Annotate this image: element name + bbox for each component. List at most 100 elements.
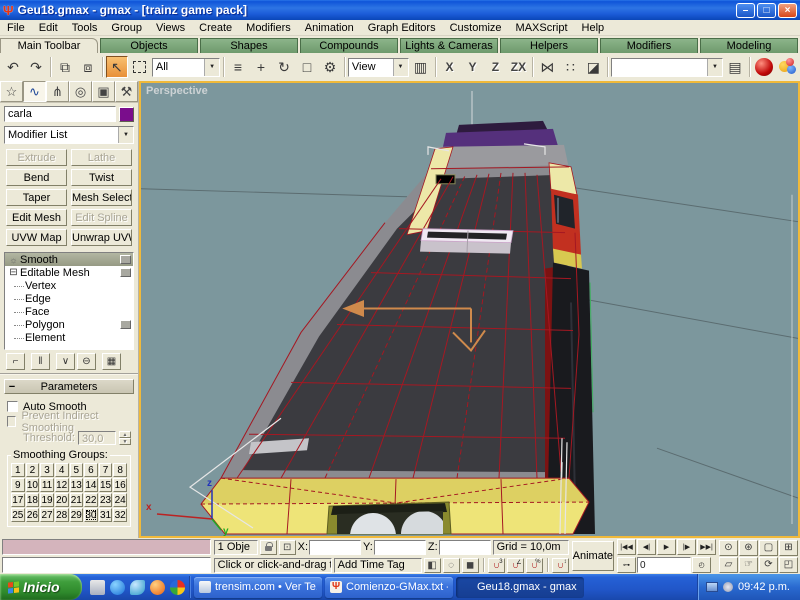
select-by-name-icon[interactable]: ≡ <box>227 56 249 78</box>
time-configuration-icon[interactable]: ◴ <box>692 557 711 573</box>
go-to-start-icon[interactable]: |◀◀ <box>617 539 636 555</box>
close-button[interactable]: × <box>778 3 797 18</box>
degradation-override-icon[interactable]: ◧ <box>424 558 441 573</box>
taskbar-task[interactable]: Geu18.gmax - gmax -... <box>456 577 584 598</box>
modifier-stack-item[interactable]: Edge <box>5 292 133 305</box>
modifier-stack-item[interactable]: Polygon <box>5 318 133 331</box>
redo-icon[interactable]: ↷ <box>25 56 47 78</box>
spinner-up-icon[interactable]: ▲ <box>119 431 131 438</box>
smoothing-group-button[interactable]: 11 <box>40 478 54 492</box>
reference-coordinate-dropdown[interactable]: View ▼ <box>348 58 409 77</box>
smoothing-group-button[interactable]: 6 <box>84 463 98 477</box>
absolute-offset-icon[interactable]: ⊡ <box>279 540 296 555</box>
menu-item[interactable]: Group <box>104 21 149 35</box>
named-selection-dropdown[interactable]: ▼ <box>611 58 723 77</box>
smoothing-group-button[interactable]: 27 <box>40 508 54 522</box>
smoothing-group-button[interactable]: 26 <box>26 508 40 522</box>
smoothing-group-button[interactable]: 24 <box>113 493 127 507</box>
menu-item[interactable]: File <box>0 21 32 35</box>
percent-snap-icon[interactable]: ∩% <box>526 558 543 573</box>
previous-frame-icon[interactable]: ◀| <box>637 539 656 555</box>
start-button[interactable]: Inicio <box>0 574 82 600</box>
minimize-button[interactable]: – <box>736 3 755 18</box>
toolbar-tab[interactable]: Lights & Cameras <box>400 38 498 53</box>
key-mode-icon[interactable]: ⊶ <box>617 557 636 573</box>
smoothing-group-button[interactable]: 25 <box>11 508 25 522</box>
menu-item[interactable]: Modifiers <box>239 21 298 35</box>
toolbar-tab[interactable]: Objects <box>100 38 198 53</box>
use-pivot-center-icon[interactable]: ▥ <box>410 56 432 78</box>
zoom-all-icon[interactable]: ⊛ <box>739 540 758 556</box>
menu-item[interactable]: Help <box>575 21 612 35</box>
add-time-tag-button[interactable]: Add Time Tag <box>334 558 422 573</box>
modifier-button[interactable]: Lathe <box>71 149 132 166</box>
zoom-icon[interactable]: ⊙ <box>719 540 738 556</box>
link-icon[interactable]: ⧉ <box>54 56 76 78</box>
smoothing-group-button[interactable]: 12 <box>55 478 69 492</box>
smoothing-group-button[interactable]: 19 <box>40 493 54 507</box>
unlink-icon[interactable]: ⧈ <box>77 56 99 78</box>
toolbar-tab[interactable]: Modifiers <box>600 38 698 53</box>
menu-item[interactable]: Create <box>192 21 239 35</box>
toolbar-tab[interactable]: Main Toolbar <box>0 38 98 53</box>
select-object-icon[interactable]: ↖ <box>106 56 128 78</box>
quicklaunch-browser-icon[interactable] <box>170 580 185 595</box>
region-zoom-icon[interactable]: ▱ <box>719 557 738 573</box>
selection-lock-icon[interactable] <box>260 540 277 555</box>
perspective-viewport[interactable]: z x y Perspective <box>139 81 800 538</box>
mirror-icon[interactable]: ⋈ <box>536 56 558 78</box>
smoothing-group-button[interactable]: 1 <box>11 463 25 477</box>
smoothing-group-button[interactable]: 17 <box>11 493 25 507</box>
smoothing-group-button[interactable]: 30 <box>84 508 98 522</box>
smoothing-group-button[interactable]: 32 <box>113 508 127 522</box>
pan-icon[interactable]: ☞ <box>739 557 758 573</box>
smoothing-group-button[interactable]: 31 <box>99 508 113 522</box>
utilities-tab-icon[interactable]: ⚒ <box>115 81 138 102</box>
smoothing-group-button[interactable]: 9 <box>11 478 25 492</box>
next-frame-icon[interactable]: |▶ <box>677 539 696 555</box>
modifier-toggle-icon[interactable] <box>120 255 131 264</box>
modifier-stack-item[interactable]: Editable Mesh <box>5 266 133 279</box>
restore-button[interactable]: □ <box>757 3 776 18</box>
modifier-button[interactable]: Taper <box>6 189 67 206</box>
remove-modifier-icon[interactable]: ⊖ <box>77 353 96 370</box>
named-selection-sets-icon[interactable]: ▤ <box>724 56 746 78</box>
arc-rotate-icon[interactable]: ⟳ <box>759 557 778 573</box>
volume-tray-icon[interactable] <box>723 582 733 592</box>
restrict-z-icon[interactable]: Z <box>484 56 506 78</box>
object-name-field[interactable]: carla <box>4 106 116 122</box>
modifier-button[interactable]: UVW Map <box>6 229 67 246</box>
cube-icon[interactable]: ◼ <box>462 558 479 573</box>
smoothing-group-button[interactable]: 22 <box>84 493 98 507</box>
zoom-extents-all-icon[interactable]: ⊞ <box>779 540 798 556</box>
smoothing-group-button[interactable]: 29 <box>70 508 84 522</box>
motion-tab-icon[interactable]: ◎ <box>69 81 92 102</box>
modifier-button[interactable]: Mesh Select <box>71 189 132 206</box>
menu-item[interactable]: Animation <box>298 21 361 35</box>
modifier-button[interactable]: Twist <box>71 169 132 186</box>
modifier-button[interactable]: Bend <box>6 169 67 186</box>
modifier-toggle-icon[interactable] <box>120 268 131 277</box>
smoothing-group-button[interactable]: 18 <box>26 493 40 507</box>
rotate-icon[interactable]: ↻ <box>273 56 295 78</box>
parameters-rollout[interactable]: − Parameters <box>4 379 134 394</box>
menu-item[interactable]: Tools <box>65 21 105 35</box>
smoothing-group-button[interactable]: 23 <box>99 493 113 507</box>
x-coordinate-field[interactable] <box>309 540 361 555</box>
modifier-stack-item[interactable]: Vertex <box>5 279 133 292</box>
toolbar-tab[interactable]: Modeling <box>700 38 798 53</box>
modifier-button[interactable]: Unwrap UVW <box>71 229 132 246</box>
smoothing-group-button[interactable]: 7 <box>99 463 113 477</box>
angle-snap-icon[interactable]: ∩∠ <box>507 558 524 573</box>
scale-icon[interactable]: □ <box>296 56 318 78</box>
smoothing-group-button[interactable]: 16 <box>113 478 127 492</box>
move-icon[interactable]: + <box>250 56 272 78</box>
smoothing-group-button[interactable]: 8 <box>113 463 127 477</box>
quicklaunch-document-icon[interactable] <box>90 580 105 595</box>
array-icon[interactable]: ∷ <box>559 56 581 78</box>
smoothing-group-button[interactable]: 20 <box>55 493 69 507</box>
current-frame-field[interactable]: 0 <box>637 557 691 573</box>
pin-stack-icon[interactable]: ⌐ <box>6 353 25 370</box>
smoothing-group-button[interactable]: 3 <box>40 463 54 477</box>
menu-item[interactable]: Customize <box>443 21 509 35</box>
